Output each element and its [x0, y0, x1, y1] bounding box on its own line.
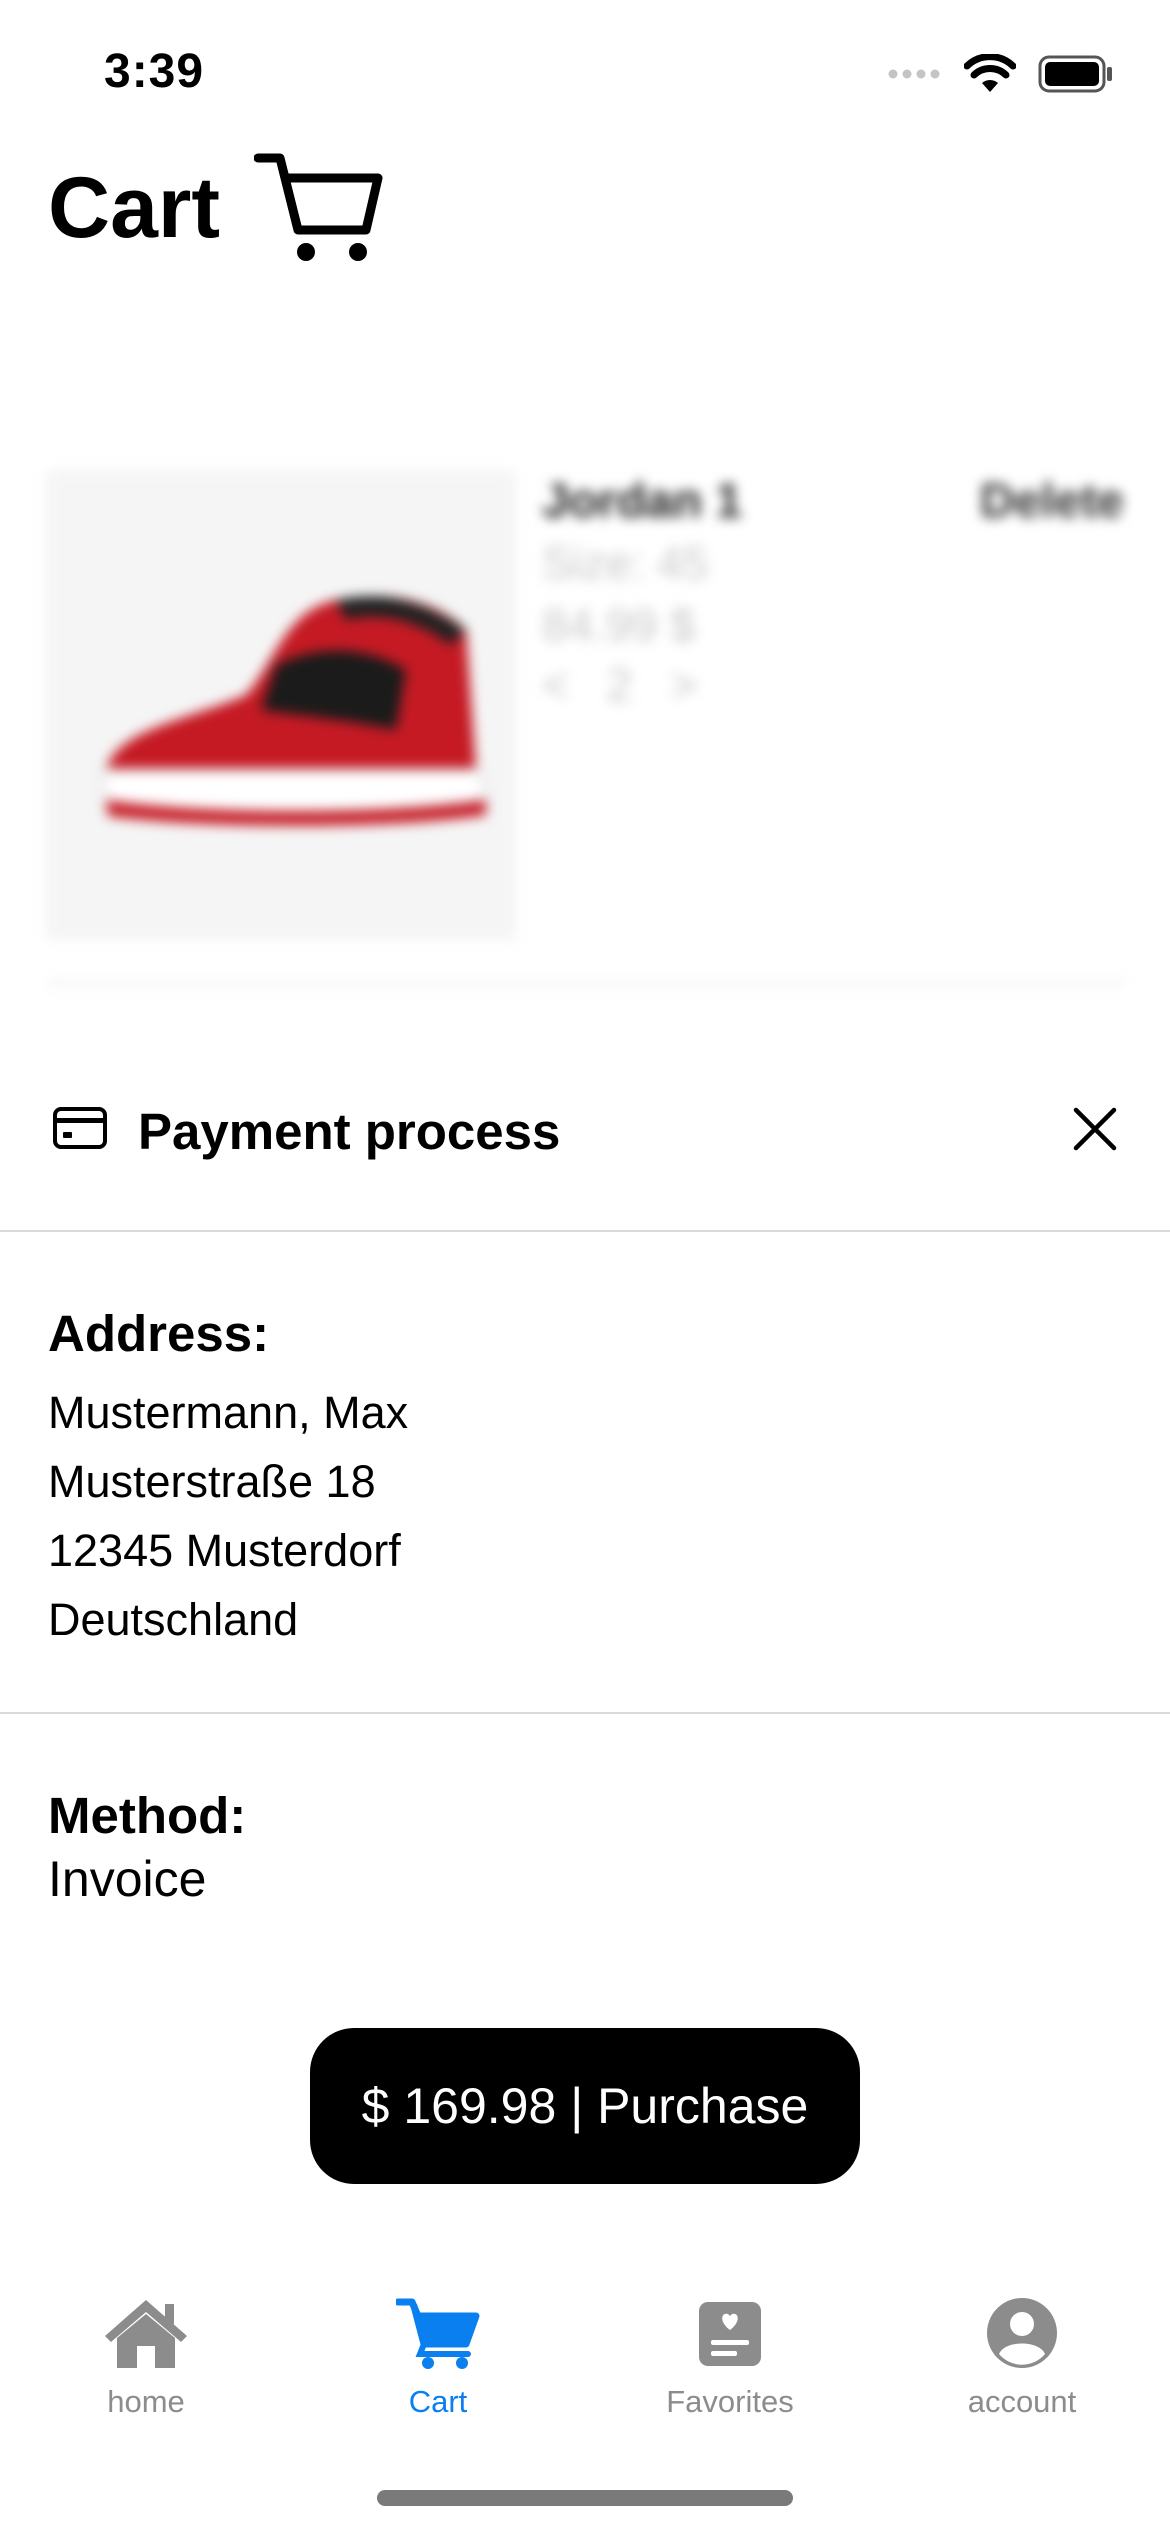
- product-name: Jordan 1: [542, 475, 743, 528]
- account-icon: [987, 2298, 1057, 2368]
- tab-label: Favorites: [666, 2384, 794, 2419]
- card-divider: [46, 980, 1124, 986]
- cart-item: Jordan 1 Delete Size: 45 84.99 $ < 2 >: [46, 460, 1124, 1000]
- quantity-increase-button[interactable]: >: [670, 658, 697, 712]
- status-indicators: [888, 50, 1114, 98]
- tab-label: home: [107, 2384, 185, 2419]
- quantity-value: 2: [606, 659, 633, 711]
- address-line: Deutschland: [48, 1594, 299, 1645]
- divider: [0, 1712, 1170, 1714]
- address-line: 12345 Musterdorf: [48, 1525, 401, 1576]
- method-value: Invoice: [48, 1851, 207, 1907]
- payment-sheet-title: Payment process: [138, 1103, 561, 1160]
- credit-card-icon: [53, 1107, 107, 1149]
- tab-cart[interactable]: Cart: [292, 2296, 584, 2436]
- tab-label: Cart: [408, 2384, 468, 2419]
- address-label: Address:: [48, 1305, 270, 1362]
- cart-icon: [396, 2298, 480, 2369]
- purchase-button[interactable]: $ 169.98 | Purchase: [310, 2028, 860, 2184]
- status-time: 3:39: [104, 45, 205, 98]
- tab-label: account: [967, 2384, 1077, 2419]
- tab-account[interactable]: account: [876, 2296, 1168, 2436]
- product-price: 84.99 $: [542, 599, 696, 651]
- quantity-stepper: < 2 >: [542, 658, 697, 712]
- battery-icon: [1038, 55, 1112, 93]
- sneaker-image: [46, 470, 516, 940]
- address-block: Mustermann, Max Musterstraße 18 12345 Mu…: [48, 1378, 408, 1654]
- favorites-icon: [699, 2302, 761, 2366]
- tab-favorites[interactable]: Favorites: [584, 2296, 876, 2436]
- delete-button[interactable]: Delete: [980, 474, 1124, 529]
- quantity-decrease-button[interactable]: <: [542, 658, 569, 712]
- home-icon: [105, 2300, 187, 2368]
- tab-home[interactable]: home: [0, 2296, 292, 2436]
- page-title: Cart: [48, 160, 221, 256]
- payment-sheet-header: Payment process: [0, 1060, 1170, 1230]
- cart-icon: [254, 153, 383, 261]
- divider: [0, 1230, 1170, 1232]
- address-line: Musterstraße 18: [48, 1456, 376, 1507]
- purchase-button-label: $ 169.98 | Purchase: [361, 2078, 809, 2134]
- home-indicator: [377, 2490, 793, 2506]
- address-line: Mustermann, Max: [48, 1387, 409, 1438]
- cellular-signal-icon: [888, 69, 940, 79]
- close-icon[interactable]: [1070, 1104, 1120, 1154]
- method-label: Method:: [48, 1787, 247, 1844]
- product-image: [46, 470, 516, 940]
- product-size: Size: 45: [542, 537, 709, 589]
- wifi-icon: [964, 54, 1016, 92]
